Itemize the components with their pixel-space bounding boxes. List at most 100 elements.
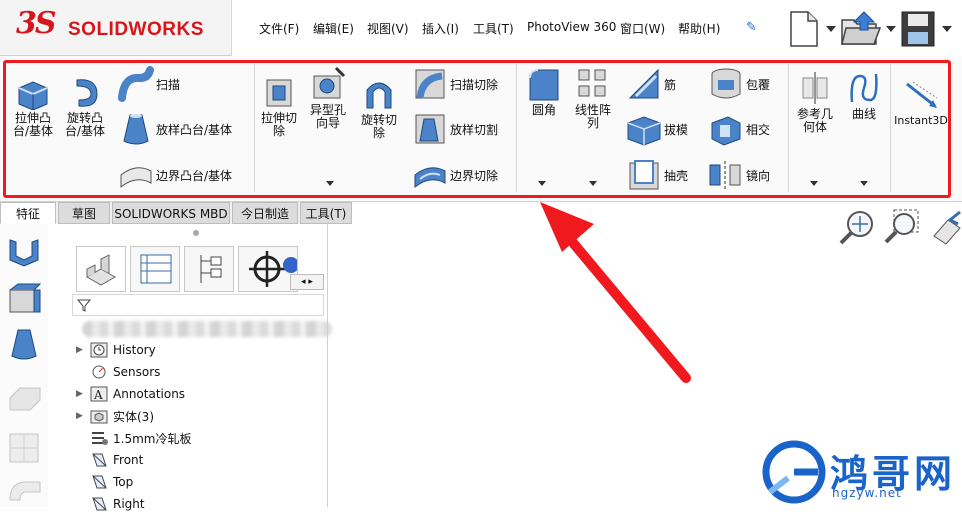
menu-insert[interactable]: 插入(I) (422, 20, 459, 37)
zoom-to-area-icon[interactable] (882, 208, 922, 246)
svg-text:A: A (93, 388, 103, 402)
previous-view-icon[interactable] (928, 208, 962, 246)
reference-geometry-dropdown[interactable] (810, 181, 818, 186)
mirror-button[interactable]: 镜向 (708, 157, 770, 193)
sweep-button[interactable]: 扫描 (118, 66, 180, 102)
revolve-cut-button[interactable]: 旋转切除 (358, 76, 400, 140)
boundary-cut-icon (414, 167, 446, 189)
plane-icon (92, 497, 107, 511)
tab-dimxpert-manager[interactable] (238, 246, 299, 292)
left-shortcut-column (0, 224, 48, 507)
sheet-metal-loft-icon[interactable] (6, 326, 42, 362)
curves-button[interactable]: 曲线 (844, 70, 884, 121)
menu-view[interactable]: 视图(V) (367, 20, 409, 37)
annotations-icon: A (90, 386, 108, 402)
hole-wizard-dropdown[interactable] (326, 181, 334, 186)
reference-geometry-icon (802, 72, 828, 104)
tree-item-annotations[interactable]: ▶ A Annotations (76, 384, 185, 404)
wrap-icon (711, 68, 741, 99)
hole-wizard-button[interactable]: 异型孔向导 (306, 66, 350, 130)
menu-tools[interactable]: 工具(T) (473, 20, 514, 37)
quick-access-toolbar (772, 0, 962, 56)
solidworks-logo-mark: 3S (16, 6, 57, 41)
tab-configuration-manager[interactable] (184, 246, 234, 292)
part-name-row[interactable] (82, 321, 332, 337)
loft-boss-button[interactable]: 放样凸台/基体 (118, 111, 232, 147)
boundary-cut-button[interactable]: 边界切除 (412, 157, 498, 193)
save-dropdown-caret[interactable] (942, 26, 952, 32)
revolve-boss-button[interactable]: 旋转凸台/基体 (62, 74, 108, 138)
extrude-cut-icon (266, 79, 292, 107)
ribbon-separator (788, 64, 789, 192)
reference-geometry-button[interactable]: 参考几何体 (792, 70, 838, 134)
material-icon (92, 432, 108, 445)
menu-photoview[interactable]: PhotoView 360 (527, 20, 616, 34)
menu-edit[interactable]: 编辑(E) (313, 20, 354, 37)
save-icon[interactable] (900, 10, 936, 48)
plane-icon (92, 453, 107, 467)
tab-features[interactable]: 特征 (0, 202, 56, 224)
fillet-dropdown[interactable] (538, 181, 546, 186)
menu-help[interactable]: 帮助(H) (678, 20, 720, 37)
expand-arrow-icon[interactable]: ▶ (76, 345, 90, 355)
new-document-icon[interactable] (788, 10, 820, 48)
intersect-button[interactable]: 相交 (708, 111, 770, 147)
extrude-cut-button[interactable]: 拉伸切除 (258, 74, 300, 138)
curves-icon (850, 73, 878, 103)
menu-window[interactable]: 窗口(W) (620, 20, 665, 37)
solidworks-logo-text: SOLIDWORKS (68, 19, 204, 40)
tree-item-sensors[interactable]: Sensors (76, 362, 160, 382)
tab-feature-manager[interactable] (76, 246, 126, 292)
property-list-icon (140, 254, 172, 284)
tree-item-material[interactable]: 1.5mm冷轧板 (76, 428, 191, 448)
watermark-logo-icon (762, 440, 826, 504)
tree-item-top-plane[interactable]: Top (76, 472, 133, 492)
crosshair-icon (249, 251, 299, 287)
sweep-cut-button[interactable]: 扫描切除 (412, 66, 498, 102)
tab-sketch[interactable]: 草图 (58, 202, 110, 224)
expand-arrow-icon[interactable]: ▶ (76, 389, 90, 399)
pin-icon[interactable]: ✎ (746, 20, 757, 35)
ribbon-separator (516, 64, 517, 192)
rib-icon (628, 68, 659, 99)
sheet-metal-box-icon[interactable] (6, 282, 42, 316)
extrude-boss-icon (18, 81, 48, 110)
tab-solidworks-mbd[interactable]: SOLIDWORKS MBD (112, 202, 230, 224)
feature-tree-icon (85, 254, 117, 286)
sweep-cut-icon (415, 69, 445, 99)
boundary-boss-button[interactable]: 边界凸台/基体 (118, 157, 232, 193)
sensors-icon (92, 365, 106, 379)
tree-item-solid-bodies[interactable]: ▶ 实体(3) (76, 406, 154, 426)
linear-pattern-button[interactable]: 线性阵列 (570, 66, 616, 130)
draft-button[interactable]: 拔模 (626, 111, 688, 147)
menu-file[interactable]: 文件(F) (259, 20, 299, 37)
zoom-to-fit-icon[interactable] (838, 208, 878, 246)
wrap-button[interactable]: 包覆 (708, 66, 770, 102)
tab-manufacturing[interactable]: 今日制造 (232, 202, 298, 224)
sheet-metal-flange-icon[interactable] (6, 234, 42, 268)
menu-bar: 文件(F) 编辑(E) 视图(V) 插入(I) 工具(T) PhotoView … (232, 0, 772, 56)
revolve-cut-icon (366, 82, 392, 109)
open-folder-icon[interactable] (840, 10, 882, 48)
sweep-icon (118, 66, 154, 102)
tree-item-front-plane[interactable]: Front (76, 450, 143, 470)
panel-tab-scroll[interactable]: ◂ ▸ (290, 274, 324, 290)
tab-tools[interactable]: 工具(T) (300, 202, 352, 224)
tab-property-manager[interactable] (130, 246, 180, 292)
open-dropdown-caret[interactable] (886, 26, 896, 32)
instant3d-button[interactable]: Instant3D (894, 78, 948, 127)
extrude-boss-button[interactable]: 拉伸凸台/基体 (10, 74, 56, 138)
panel-grip[interactable] (193, 230, 199, 236)
shell-button[interactable]: 抽壳 (626, 157, 688, 193)
tree-item-right-plane[interactable]: Right (76, 494, 145, 514)
feature-tree-filter[interactable] (72, 294, 324, 316)
curves-dropdown[interactable] (860, 181, 868, 186)
loft-cut-button[interactable]: 放样切割 (412, 111, 498, 147)
rib-button[interactable]: 筋 (626, 66, 676, 102)
linear-pattern-dropdown[interactable] (589, 181, 597, 186)
shell-icon (629, 160, 659, 190)
new-dropdown-caret[interactable] (826, 26, 836, 32)
expand-arrow-icon[interactable]: ▶ (76, 411, 90, 421)
fillet-button[interactable]: 圆角 (524, 66, 564, 117)
tree-item-history[interactable]: ▶ History (76, 340, 156, 360)
